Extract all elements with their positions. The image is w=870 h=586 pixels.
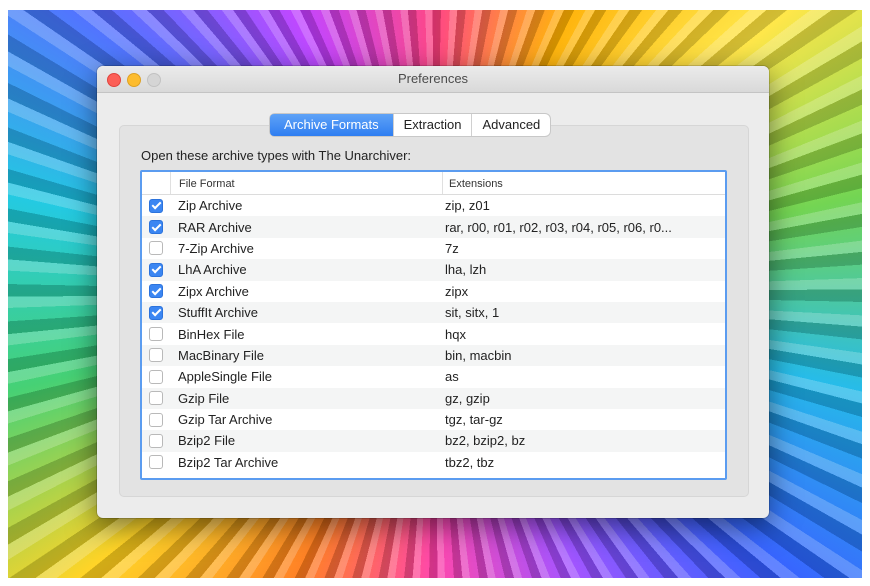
extensions-cell: sit, sitx, 1 (445, 305, 500, 321)
file-format-cell: 7-Zip Archive (178, 240, 254, 256)
extensions-cell: hqx (445, 326, 466, 342)
tab-advanced[interactable]: Advanced (471, 114, 550, 136)
format-checkbox[interactable] (149, 455, 163, 470)
format-checkbox[interactable] (149, 220, 163, 235)
extensions-cell: tgz, tar-gz (445, 412, 503, 428)
table-row[interactable]: BinHex File hqx (142, 323, 725, 345)
table-row[interactable]: StuffIt Archive sit, sitx, 1 (142, 301, 725, 324)
archive-formats-table[interactable]: File Format Extensions Zip Archive zip, z… (140, 170, 727, 480)
file-format-cell: Zipx Archive (178, 283, 249, 299)
format-checkbox[interactable] (149, 391, 163, 406)
tab-bar: Archive Formats Extraction Advanced (270, 114, 551, 136)
extensions-cell: lha, lzh (445, 262, 487, 278)
file-format-cell: Zip Archive (178, 198, 243, 214)
table-row[interactable]: RAR Archive rar, r00, r01, r02, r03, r04,… (142, 216, 725, 238)
extensions-cell: bin, macbin (445, 347, 512, 363)
file-format-cell: RAR Archive (178, 219, 252, 235)
title-bar[interactable]: Preferences (97, 66, 769, 93)
table-row[interactable]: LhA Archive lha, lzh (142, 259, 725, 281)
format-checkbox[interactable] (149, 198, 163, 213)
file-format-cell: BinHex File (178, 326, 245, 342)
format-checkbox[interactable] (149, 327, 163, 342)
format-checkbox[interactable] (149, 369, 163, 384)
column-header-extensions[interactable]: Extensions (443, 172, 503, 194)
table-row[interactable]: Bzip2 Tar Archive tbz2, tbz (142, 451, 725, 474)
extensions-cell: tbz2, tbz (445, 454, 495, 470)
format-checkbox[interactable] (149, 348, 163, 363)
format-checkbox[interactable] (149, 433, 163, 448)
section-label: Open these archive types with The Unarch… (141, 148, 412, 163)
extensions-cell: bz2, bzip2, bz (445, 433, 526, 449)
extensions-cell: zip, z01 (445, 198, 490, 214)
table-body: Zip Archive zip, z01 RAR Archive rar, r00, … (142, 195, 725, 474)
table-row[interactable]: 7-Zip Archive 7z (142, 237, 725, 260)
format-checkbox[interactable] (149, 241, 163, 256)
file-format-cell: StuffIt Archive (178, 305, 258, 321)
extensions-cell: zipx (445, 283, 469, 299)
extensions-cell: as (445, 369, 459, 385)
format-checkbox[interactable] (149, 284, 163, 299)
table-row[interactable]: Gzip File gz, gzip (142, 387, 725, 409)
file-format-cell: Gzip File (178, 390, 230, 406)
file-format-cell: Gzip Tar Archive (178, 412, 273, 428)
file-format-cell: LhA Archive (178, 262, 247, 278)
preferences-window: Preferences Archive Formats Extraction A… (97, 66, 769, 518)
table-row[interactable]: Gzip Tar Archive tgz, tar-gz (142, 408, 725, 431)
file-format-cell: AppleSingle File (178, 369, 272, 385)
table-row[interactable]: MacBinary File bin, macbin (142, 344, 725, 367)
table-row[interactable]: Bzip2 File bz2, bzip2, bz (142, 430, 725, 452)
column-header-checkbox[interactable] (142, 172, 171, 194)
column-header-file-format[interactable]: File Format (171, 172, 443, 194)
extensions-cell: gz, gzip (445, 390, 490, 406)
window-title: Preferences (397, 71, 469, 86)
table-row[interactable]: Zipx Archive zipx (142, 280, 725, 302)
file-format-cell: MacBinary File (178, 347, 264, 363)
format-checkbox[interactable] (149, 305, 163, 320)
tab-extraction[interactable]: Extraction (392, 114, 472, 136)
extensions-cell: 7z (445, 240, 459, 256)
format-checkbox[interactable] (149, 412, 163, 427)
tab-archive-formats[interactable]: Archive Formats (270, 114, 393, 136)
file-format-cell: Bzip2 Tar Archive (178, 454, 279, 470)
table-header: File Format Extensions (142, 172, 725, 195)
extensions-cell: rar, r00, r01, r02, r03, r04, r05, r06, … (445, 219, 672, 235)
table-row[interactable]: AppleSingle File as (142, 366, 725, 388)
format-checkbox[interactable] (149, 262, 163, 277)
file-format-cell: Bzip2 File (178, 433, 236, 449)
table-row[interactable]: Zip Archive zip, z01 (142, 195, 725, 217)
